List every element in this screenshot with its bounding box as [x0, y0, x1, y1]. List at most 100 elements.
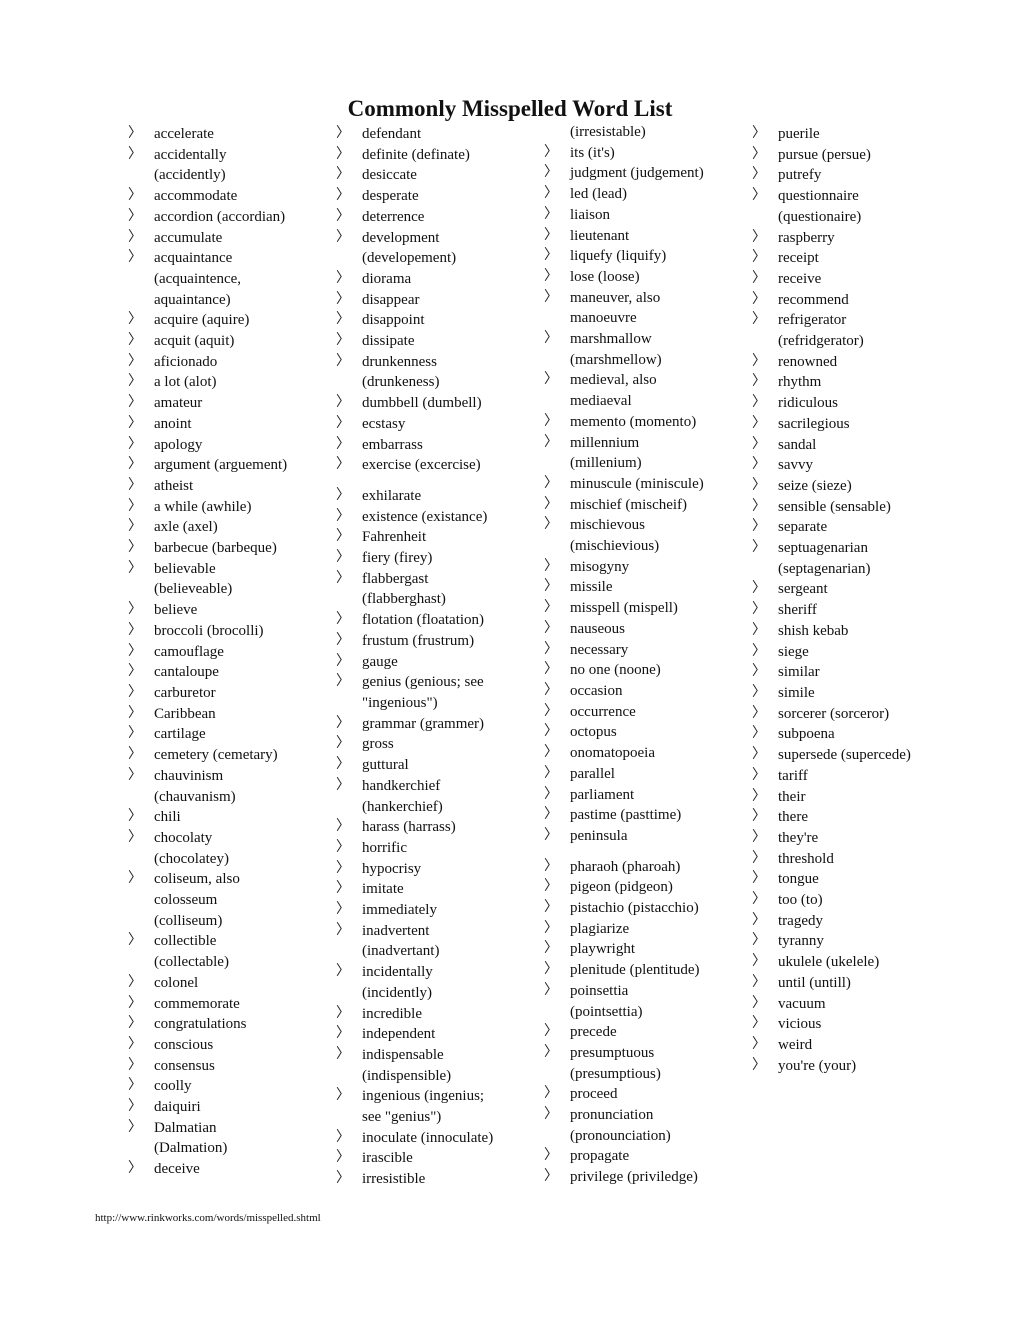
word-list-item: 〉 chocolaty (chocolatey) [128, 828, 328, 869]
word-text: ecstasy [362, 415, 406, 432]
word-list-item: 〉 threshold [752, 849, 952, 870]
word-text: commemorate [154, 995, 240, 1012]
bullet-chevron-icon: 〉 [752, 457, 766, 473]
bullet-chevron-icon: 〉 [752, 436, 766, 452]
bullet-chevron-icon: 〉 [544, 165, 558, 181]
word-list-item: 〉 disappoint [336, 310, 536, 331]
word-text: irresistible [362, 1171, 426, 1188]
word-list-item: 〉 incredible [336, 1004, 536, 1025]
word-list-item: 〉 congratulations [128, 1014, 328, 1035]
bullet-chevron-icon: 〉 [544, 982, 558, 998]
word-text: ridiculous [778, 395, 838, 412]
word-list-item: 〉 until (untill) [752, 973, 952, 994]
word-text-continued: (pointsettia) [570, 1003, 643, 1020]
word-text: acquit (aquit) [154, 333, 235, 350]
word-list-item: 〉 anoint [128, 414, 328, 435]
bullet-chevron-icon: 〉 [128, 229, 142, 245]
word-text: subpoena [778, 726, 835, 743]
bullet-chevron-icon: 〉 [336, 529, 350, 545]
word-list-item: 〉 accumulate [128, 228, 328, 249]
word-text: questionnaire [778, 188, 859, 205]
word-list-item: 〉 septuagenarian (septagenarian) [752, 538, 952, 579]
word-text: conscious [154, 1036, 214, 1053]
word-text: incidentally [362, 964, 433, 981]
word-text: chili [154, 809, 181, 826]
word-text: irascible [362, 1150, 413, 1167]
bullet-chevron-icon: 〉 [336, 964, 350, 980]
word-text: no one (noone) [570, 662, 661, 679]
word-text: they're [778, 829, 819, 846]
word-list-item: 〉 incidentally (incidently) [336, 962, 536, 1003]
word-list-item: 〉 puerile [752, 124, 952, 145]
bullet-chevron-icon: 〉 [544, 186, 558, 202]
word-list-item: 〉 questionnaire (questionaire) [752, 186, 952, 227]
word-text: similar [778, 664, 820, 681]
word-list-item: 〉 parliament [544, 785, 744, 806]
bullet-chevron-icon: 〉 [128, 353, 142, 369]
word-list-item: 〉 tongue [752, 869, 952, 890]
word-text: aficionado [154, 353, 218, 370]
word-list-item: 〉 ridiculous [752, 393, 952, 414]
word-text-continued: mediaeval [570, 393, 632, 410]
bullet-chevron-icon: 〉 [128, 1036, 142, 1052]
bullet-chevron-icon: 〉 [752, 415, 766, 431]
word-text: mischief (mischeif) [570, 496, 688, 513]
word-text: pursue (persue) [778, 146, 871, 163]
word-text: ukulele (ukelele) [778, 954, 880, 971]
word-list-item: 〉 gross [336, 734, 536, 755]
bullet-chevron-icon: 〉 [128, 995, 142, 1011]
word-list-item: 〉 barbecue (barbeque) [128, 538, 328, 559]
word-text: handkerchief [362, 777, 441, 794]
word-text: tragedy [778, 912, 823, 929]
word-list-item: 〉 supersede (supercede) [752, 745, 952, 766]
word-text: recommend [778, 291, 849, 308]
word-list-item: 〉 misogyny [544, 557, 744, 578]
bullet-chevron-icon: 〉 [336, 270, 350, 286]
word-text: their [778, 788, 806, 805]
bullet-chevron-icon: 〉 [544, 1107, 558, 1123]
bullet-chevron-icon: 〉 [128, 126, 142, 141]
bullet-chevron-icon: 〉 [752, 312, 766, 328]
word-text-continued: (questionaire) [778, 208, 862, 225]
word-list-item: 〉 renowned [752, 352, 952, 373]
bullet-chevron-icon: 〉 [752, 395, 766, 411]
word-text: mischievous [570, 517, 645, 534]
word-list-item: 〉 led (lead) [544, 184, 744, 205]
word-text: ingenious (ingenius; [362, 1088, 485, 1105]
bullet-chevron-icon: 〉 [544, 827, 558, 843]
bullet-chevron-icon: 〉 [752, 167, 766, 183]
word-text: coliseum, also [154, 871, 240, 888]
word-text-continued: (acquaintence, [154, 270, 242, 287]
word-text: believable [154, 560, 216, 577]
word-text: accumulate [154, 229, 223, 246]
word-list-item: 〉 putrefy [752, 165, 952, 186]
bullet-chevron-icon: 〉 [752, 1057, 766, 1073]
bullet-chevron-icon: 〉 [336, 1129, 350, 1145]
word-list-item: 〉 recommend [752, 290, 952, 311]
word-text: sensible (sensable) [778, 498, 891, 515]
bullet-chevron-icon: 〉 [544, 858, 558, 874]
source-url-footer[interactable]: http://www.rinkworks.com/words/misspelle… [95, 1212, 321, 1224]
bullet-chevron-icon: 〉 [336, 291, 350, 307]
word-list-item: 〉 separate [752, 517, 952, 538]
word-text: seize (sieze) [778, 477, 852, 494]
word-list-item: 〉 pigeon (pidgeon) [544, 877, 744, 898]
word-list-item: 〉 axle (axel) [128, 517, 328, 538]
word-list-item: 〉 misspell (mispell) [544, 598, 744, 619]
word-list-item: 〉 subpoena [752, 724, 952, 745]
word-list-item: 〉 mischief (mischeif) [544, 495, 744, 516]
word-list-item: 〉 ingenious (ingenius; see "genius") [336, 1086, 536, 1127]
bullet-chevron-icon: 〉 [752, 643, 766, 659]
bullet-chevron-icon: 〉 [336, 922, 350, 938]
bullet-chevron-icon: 〉 [336, 1046, 350, 1062]
bullet-chevron-icon: 〉 [752, 498, 766, 514]
word-text-continued: colosseum [154, 892, 218, 909]
word-text: plagiarize [570, 920, 630, 937]
bullet-chevron-icon: 〉 [128, 477, 142, 493]
word-text: acquire (aquire) [154, 312, 250, 329]
bullet-chevron-icon: 〉 [336, 1026, 350, 1042]
word-text-continued: see "genius") [362, 1109, 442, 1126]
bullet-chevron-icon: 〉 [544, 1024, 558, 1040]
word-text: missile [570, 579, 613, 596]
